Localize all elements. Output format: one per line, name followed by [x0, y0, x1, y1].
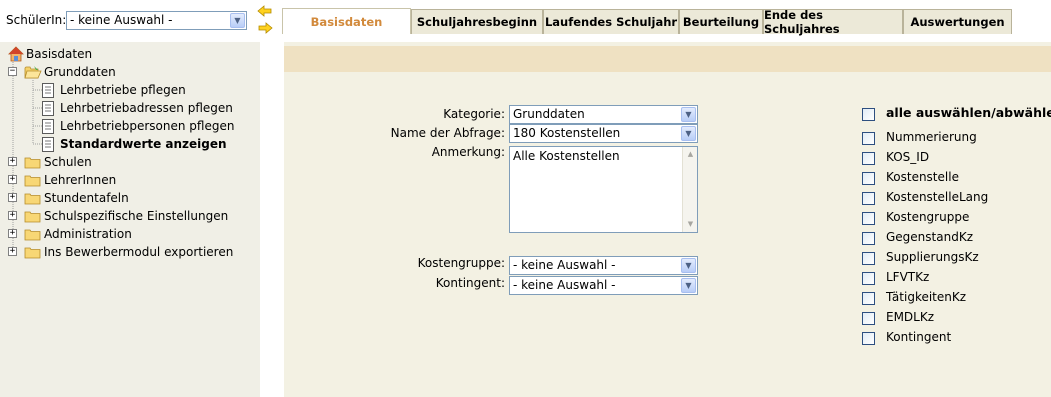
column-checkbox-lfvtkz[interactable] [862, 272, 875, 285]
tree-item-label: Schulen [44, 155, 92, 169]
tree-item-schulen[interactable]: Schulen [24, 153, 92, 171]
tree-item-label: Schulspezifische Einstellungen [44, 209, 229, 223]
tree-item-lehrbetriebadressen-pflegen[interactable]: Lehrbetriebadressen pflegen [42, 99, 233, 117]
select-all-checkbox[interactable] [862, 108, 875, 121]
column-checkbox-nummerierung[interactable] [862, 132, 875, 145]
abfrage-label: Name der Abfrage: [390, 126, 505, 140]
kostengruppe-label: Kostengruppe: [417, 256, 505, 270]
kategorie-select-value: Grunddaten [513, 107, 585, 121]
tree-item-label: Lehrbetriebpersonen pflegen [60, 119, 235, 133]
scroll-up-icon[interactable]: ▲ [684, 148, 697, 161]
abfrage-select-value: 180 Kostenstellen [513, 126, 621, 140]
document-icon [42, 136, 54, 152]
tree-item-label: Administration [44, 227, 132, 241]
tree-item-label: Stundentafeln [44, 191, 129, 205]
tree-item-label: LehrerInnen [44, 173, 117, 187]
chevron-down-icon: ▼ [681, 278, 696, 293]
chevron-down-icon: ▼ [681, 258, 696, 273]
abfrage-select[interactable]: 180 Kostenstellen ▼ [509, 124, 698, 143]
tree-item-label: Ins Bewerbermodul exportieren [44, 245, 234, 259]
tree-item-basisdaten[interactable]: Basisdaten [8, 45, 92, 63]
open-folder-icon [24, 66, 42, 79]
panel-header-band [284, 46, 1051, 72]
column-checkbox-kostenstellelang[interactable] [862, 192, 875, 205]
kontingent-select[interactable]: - keine Auswahl - ▼ [509, 276, 698, 295]
kategorie-label: Kategorie: [443, 107, 505, 121]
tree-item-stundentafeln[interactable]: Stundentafeln [24, 189, 129, 207]
column-checkbox-kos-id[interactable] [862, 152, 875, 165]
column-checkbox-taetigkeitenkz[interactable] [862, 292, 875, 305]
tab-ende-des-schuljahres[interactable]: Ende des Schuljahres [763, 8, 903, 36]
folder-icon [24, 193, 41, 204]
column-label: KostenstelleLang [886, 190, 989, 204]
tab-laufendes-schuljahr[interactable]: Laufendes Schuljahr [543, 9, 679, 34]
tree-item-label: Standardwerte anzeigen [60, 137, 227, 151]
column-label: KOS_ID [886, 150, 930, 164]
document-icon [42, 118, 54, 134]
anmerkung-textarea[interactable]: Alle Kostenstellen ▲ ▼ [509, 146, 698, 233]
tree-item-lehrerinnen[interactable]: LehrerInnen [24, 171, 116, 189]
anmerkung-label: Anmerkung: [431, 145, 505, 159]
anmerkung-text: Alle Kostenstellen [513, 149, 620, 163]
kontingent-label: Kontingent: [435, 276, 505, 290]
column-checkbox-kontingent[interactable] [862, 332, 875, 345]
tab-bar: Basisdaten Schuljahresbeginn Laufendes S… [282, 8, 1012, 36]
document-icon [42, 100, 54, 116]
tab-schuljahresbeginn[interactable]: Schuljahresbeginn [411, 9, 543, 34]
column-label: SupplierungsKz [886, 250, 979, 264]
tree-item-label: Lehrbetriebadressen pflegen [60, 101, 233, 115]
column-label: Nummerierung [886, 130, 977, 144]
textarea-scrollbar[interactable]: ▲ ▼ [682, 147, 697, 232]
column-label: TätigkeitenKz [886, 290, 967, 304]
tree-item-lehrbetriebpersonen-pflegen[interactable]: Lehrbetriebpersonen pflegen [42, 117, 234, 135]
home-icon [8, 46, 24, 62]
tree-item-label: Basisdaten [26, 47, 93, 61]
tab-beurteilung[interactable]: Beurteilung [679, 9, 763, 34]
scroll-down-icon[interactable]: ▼ [684, 218, 697, 231]
column-checkbox-kostenstelle[interactable] [862, 172, 875, 185]
tree-item-label: Lehrbetriebe pflegen [60, 83, 186, 97]
folder-icon [24, 247, 41, 258]
expand-icon[interactable]: + [8, 193, 17, 202]
column-label: EMDLKz [886, 310, 935, 324]
kategorie-select[interactable]: Grunddaten ▼ [509, 105, 698, 124]
tree-item-lehrbetriebe-pflegen[interactable]: Lehrbetriebe pflegen [42, 81, 186, 99]
column-label: GegenstandKz [886, 230, 973, 244]
chevron-down-icon: ▼ [681, 126, 696, 141]
column-label: Kontingent [886, 330, 952, 344]
collapse-icon[interactable]: − [8, 67, 17, 76]
tree-item-standardwerte-anzeigen[interactable]: Standardwerte anzeigen [42, 135, 227, 153]
tree-item-ins-bewerbermodul-exportieren[interactable]: Ins Bewerbermodul exportieren [24, 243, 233, 261]
chevron-down-icon: ▼ [681, 107, 696, 122]
expand-icon[interactable]: + [8, 175, 17, 184]
tree-item-label: Grunddaten [44, 65, 116, 79]
tab-basisdaten[interactable]: Basisdaten [282, 8, 411, 34]
column-label: Kostenstelle [886, 170, 959, 184]
folder-icon [24, 211, 41, 222]
document-icon [42, 82, 54, 98]
tab-auswertungen[interactable]: Auswertungen [903, 9, 1012, 34]
kontingent-select-value: - keine Auswahl - [513, 278, 616, 292]
column-label: LFVTKz [886, 270, 930, 284]
tree-item-schulspezifische-einstellungen[interactable]: Schulspezifische Einstellungen [24, 207, 228, 225]
folder-icon [24, 157, 41, 168]
folder-icon [24, 229, 41, 240]
tree-item-grunddaten[interactable]: Grunddaten [24, 63, 116, 81]
column-checkbox-supplierungskz[interactable] [862, 252, 875, 265]
expand-icon[interactable]: + [8, 247, 17, 256]
kostengruppe-select-value: - keine Auswahl - [513, 258, 616, 272]
tree-item-administration[interactable]: Administration [24, 225, 132, 243]
expand-icon[interactable]: + [8, 229, 17, 238]
column-label: Kostengruppe [886, 210, 970, 224]
folder-icon [24, 175, 41, 186]
select-all-label: alle auswählen/abwählen [886, 105, 1051, 120]
kostengruppe-select[interactable]: - keine Auswahl - ▼ [509, 256, 698, 275]
expand-icon[interactable]: + [8, 211, 17, 220]
column-checkbox-emdlkz[interactable] [862, 312, 875, 325]
expand-icon[interactable]: + [8, 157, 17, 166]
column-checkbox-gegenstandkz[interactable] [862, 232, 875, 245]
column-checkbox-kostengruppe[interactable] [862, 212, 875, 225]
